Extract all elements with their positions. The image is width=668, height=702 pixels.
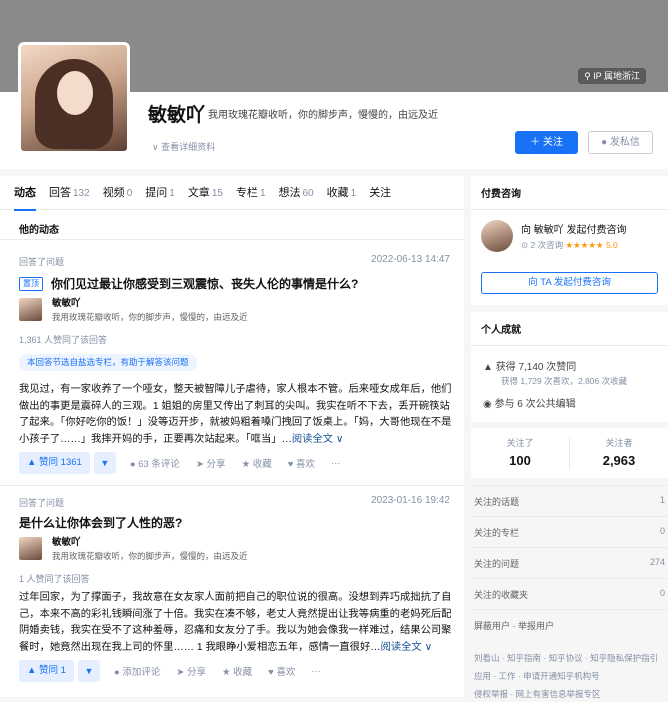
comment-button[interactable]: ● 添加评论 <box>114 664 160 678</box>
ip-location-badge: ⚲ IP 属地浙江 <box>578 68 646 84</box>
feed-item-date: 2023-01-16 19:42 <box>371 495 450 506</box>
block-report-row[interactable]: 屏蔽用户 · 举报用户 <box>471 609 668 631</box>
share-icon: ➤ <box>176 667 187 678</box>
followed-collections-row[interactable]: 关注的收藏夹 0 <box>471 578 668 608</box>
read-more-link[interactable]: 阅读全文 ∨ <box>292 434 344 445</box>
upvote-button[interactable]: ▲ 赞同 1 <box>19 660 74 682</box>
share-button[interactable]: ➤ 分享 <box>196 456 226 470</box>
chat-bubble-icon: ● <box>601 137 610 148</box>
author-bio: 我用玫瑰花瓣收听，你的脚步声，慢慢的，由远及近 <box>52 312 248 322</box>
comment-button[interactable]: ● 63 条评论 <box>130 456 180 470</box>
like-button[interactable]: ♥ 喜欢 <box>288 456 315 470</box>
author-avatar[interactable] <box>19 297 42 321</box>
share-button[interactable]: ➤ 分享 <box>176 664 206 678</box>
plus-icon: ＋ <box>530 137 543 148</box>
feed-item-meta: 回答了问题 <box>19 257 65 267</box>
main-content: 动态 回答 132 视频 0 提问 1 文章 15 专栏 1 想法 60 收藏 1 关注 他的… <box>0 176 464 697</box>
consult-rating: ⊙ 2 次咨询 ★★★★★ 5.0 <box>521 240 618 250</box>
consult-info: 向 敏敏吖 发起付费咨询 ⊙ 2 次咨询 ★★★★★ 5.0 <box>481 220 627 252</box>
tab-columns[interactable]: 专栏 1 <box>236 176 266 210</box>
profile-bio: 我用玫瑰花瓣收听，你的脚步声，慢慢的，由远及近 <box>208 110 438 121</box>
star-icon: ★ <box>241 459 253 470</box>
downvote-button[interactable]: ▼ <box>77 660 100 682</box>
consult-heading: 付费咨询 <box>471 176 668 210</box>
edit-icon: ◉ <box>483 399 495 410</box>
consult-name[interactable]: 向 敏敏吖 发起付费咨询 <box>521 221 627 236</box>
start-consult-button[interactable]: 向 TA 发起付费咨询 <box>481 272 658 294</box>
follow-button[interactable]: ＋ 关注 <box>515 131 578 154</box>
profile-name: 敏敏吖 <box>148 105 206 126</box>
answer-author: 敏敏吖 我用玫瑰花瓣收听，你的脚步声，慢慢的，由远及近 <box>19 295 248 323</box>
followed-questions-row[interactable]: 关注的问题 274 <box>471 547 668 577</box>
send-message-button[interactable]: ● 发私信 <box>588 131 653 154</box>
tab-videos[interactable]: 视频 0 <box>103 176 133 210</box>
tab-thoughts[interactable]: 想法 60 <box>279 176 314 210</box>
achievement-edits: ◉ 参与 6 次公共编辑 <box>483 399 576 410</box>
tab-collections[interactable]: 收藏 1 <box>327 176 357 210</box>
heart-icon: ♥ <box>287 459 297 470</box>
comment-icon: ● <box>129 459 139 470</box>
achievement-likes-detail: 获得 1,729 次喜欢，2,806 次收藏 <box>501 376 628 386</box>
answer-actions: ▲ 赞同 1 ▼ ● 添加评论 ➤ 分享 ★ 收藏 ♥ 喜欢 ··· <box>19 660 337 682</box>
achievements-card: 个人成就 ▲ 获得 7,140 次赞同 获得 1,729 次喜欢，2,806 次… <box>471 312 668 422</box>
rating-stars: ★★★★★ <box>565 240 604 250</box>
tab-questions[interactable]: 提问 1 <box>145 176 175 210</box>
feed-item-date: 2022-06-13 14:47 <box>371 254 450 265</box>
thumbs-up-icon: ▲ <box>483 362 496 373</box>
share-icon: ➤ <box>195 459 207 470</box>
pinned-badge: 置顶 <box>19 276 43 291</box>
author-avatar[interactable] <box>19 536 42 560</box>
question-title[interactable]: 是什么让你体会到了人性的恶? <box>19 514 182 531</box>
feed-heading: 他的动态 <box>19 225 59 236</box>
paid-consult-card: 付费咨询 向 敏敏吖 发起付费咨询 ⊙ 2 次咨询 ★★★★★ 5.0 向 TA… <box>471 176 668 305</box>
author-name[interactable]: 敏敏吖 <box>52 534 248 548</box>
location-icon: ⚲ <box>584 71 594 81</box>
collect-button[interactable]: ★ 收藏 <box>222 664 252 678</box>
collect-button[interactable]: ★ 收藏 <box>242 456 272 470</box>
author-name[interactable]: 敏敏吖 <box>52 295 248 309</box>
upvote-button[interactable]: ▲ 赞同 1361 <box>19 452 90 474</box>
tab-articles[interactable]: 文章 15 <box>188 176 223 210</box>
achievements-heading: 个人成就 <box>471 312 668 346</box>
like-button[interactable]: ♥ 喜欢 <box>268 664 295 678</box>
answer-author: 敏敏吖 我用玫瑰花瓣收听，你的脚步声，慢慢的，由远及近 <box>19 534 248 562</box>
answer-actions: ▲ 赞同 1361 ▼ ● 63 条评论 ➤ 分享 ★ 收藏 ♥ 喜欢 ··· <box>19 452 357 474</box>
follow-stats: 关注了 100 关注者 2,963 <box>471 428 668 478</box>
answer-excerpt[interactable]: 我见过，有一家收养了一个哑女，整天被智障儿子虐待，家人根本不管。后来哑女成年后，… <box>19 382 452 448</box>
tab-following[interactable]: 关注 <box>369 176 391 210</box>
downvote-button[interactable]: ▼ <box>93 452 116 474</box>
question-title[interactable]: 置顶 你们见过最让你感受到三观震惊、丧失人伦的事情是什么? <box>19 275 358 292</box>
profile-avatar[interactable] <box>18 42 130 154</box>
followed-topics-row[interactable]: 关注的话题 1 <box>471 485 668 515</box>
author-bio: 我用玫瑰花瓣收听，你的脚步声，慢慢的，由远及近 <box>52 551 248 561</box>
more-options-button[interactable]: ··· <box>311 666 321 677</box>
tab-answers[interactable]: 回答 132 <box>49 176 90 210</box>
more-options-button[interactable]: ··· <box>331 458 341 469</box>
vote-count-line: 1,361 人赞同了该回答 <box>19 335 108 345</box>
chevron-down-icon: ∨ <box>152 142 162 152</box>
view-details-link[interactable]: ∨ 查看详细资料 <box>152 140 215 153</box>
rating-score: 5.0 <box>605 240 618 250</box>
salt-column-tag[interactable]: 本回答节选自盐选专栏，有助于解答该问题 <box>19 354 197 371</box>
following-count[interactable]: 关注了 100 <box>471 436 569 468</box>
tab-activity[interactable]: 动态 <box>14 176 36 211</box>
triangle-down-icon: ▼ <box>100 458 110 468</box>
star-icon: ★ <box>222 667 234 678</box>
profile-tabs: 动态 回答 132 视频 0 提问 1 文章 15 专栏 1 想法 60 收藏 1 关注 <box>0 176 464 211</box>
consult-avatar[interactable] <box>481 220 513 252</box>
achievement-likes: ▲ 获得 7,140 次赞同 <box>483 362 577 373</box>
footer-links: 刘看山 · 知乎指南 · 知乎协议 · 知乎隐私保护指引 应用 · 工作 · 申… <box>474 653 659 699</box>
answer-excerpt[interactable]: 过年回家，为了撑面子，我故意在女友家人面前把自己的职位说的很高。没想到弄巧成拙抗… <box>19 590 452 656</box>
vote-count-line: 1 人赞同了该回答 <box>19 574 90 584</box>
followers-count[interactable]: 关注者 2,963 <box>570 436 668 468</box>
read-more-link[interactable]: 阅读全文 ∨ <box>381 642 433 653</box>
feed-item-meta: 回答了问题 <box>19 498 65 508</box>
triangle-down-icon: ▼ <box>84 666 94 676</box>
followed-columns-row[interactable]: 关注的专栏 0 <box>471 516 668 546</box>
